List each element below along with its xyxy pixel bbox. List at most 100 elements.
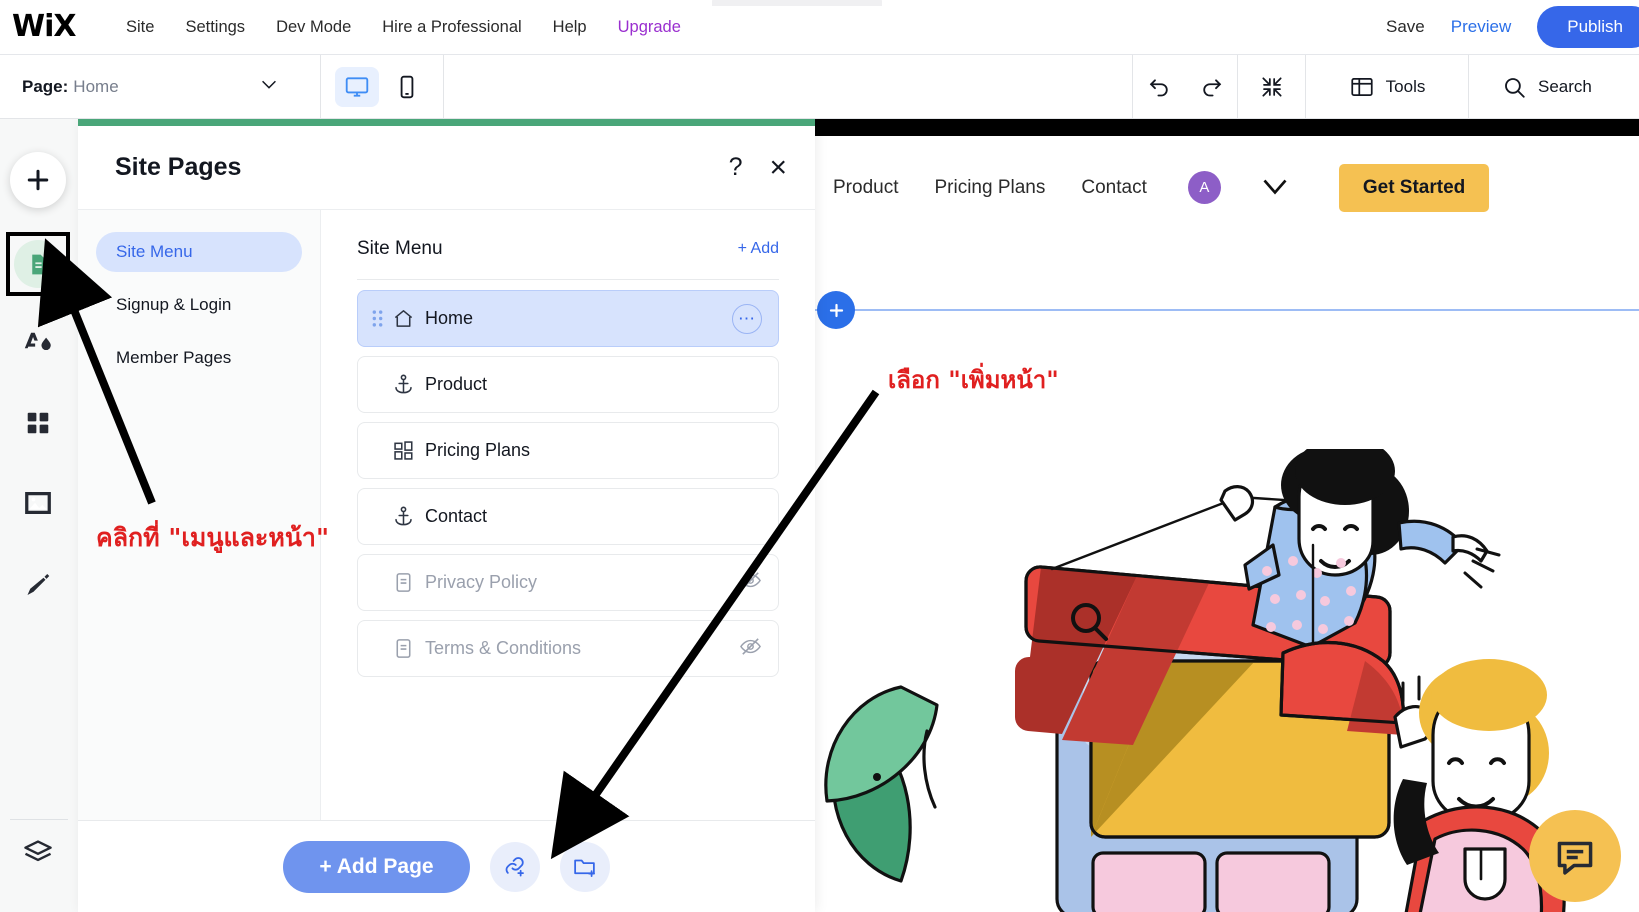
tools-label: Tools [1386,77,1426,97]
page-name: Home [425,308,473,329]
page-name: Product [425,374,487,395]
sidebar-item-blog[interactable] [9,556,67,614]
avatar[interactable]: A [1188,171,1221,204]
page-name: Contact [425,506,487,527]
sidebar-item-member-pages[interactable]: Member Pages [96,338,302,378]
table-row[interactable]: Product [357,356,779,413]
rail-divider [10,819,68,820]
top-bar-actions: Save Preview Publish [1386,6,1639,48]
close-icon[interactable]: × [769,153,787,183]
avatar-chevron-down-icon[interactable] [1257,167,1293,208]
page-selector-value: Home [73,77,118,97]
wix-logo[interactable]: WiX [12,12,82,42]
apps-icon [25,410,51,436]
page-title: Site Pages [115,153,241,182]
toolbar-divider-2 [443,55,444,119]
panel-sidebar: Site Menu Signup & Login Member Pages [78,210,321,912]
eye-off-icon[interactable] [739,569,762,597]
add-elements-button[interactable] [10,152,66,208]
site-nav-item-product[interactable]: Product [833,177,898,199]
page-name: Terms & Conditions [425,638,581,659]
section-divider-line [815,309,1639,311]
chevron-down-icon [258,73,280,100]
add-folder-button[interactable] [560,842,610,892]
topnav-item-hire-a-professional[interactable]: Hire a Professional [382,18,521,37]
sidebar-item-site-menu[interactable]: Site Menu [96,232,302,272]
panel-footer: + Add Page [78,820,815,912]
page-selector[interactable]: Page: Home [0,55,320,118]
sidebar-item-signup-login[interactable]: Signup & Login [96,285,302,325]
theme-icon [20,325,56,361]
image-icon [23,488,53,518]
publish-button[interactable]: Publish [1537,6,1639,48]
panel-body: Site Menu Signup & Login Member Pages Si… [78,209,815,912]
grid-icon [387,439,419,462]
desktop-view-button[interactable] [335,67,379,107]
page-name: Privacy Policy [425,572,537,593]
panel-main: Site Menu + Add [321,210,815,912]
save-button[interactable]: Save [1386,17,1425,37]
site-canvas: Product Pricing Plans Contact A Get Star… [815,119,1639,912]
tools-button[interactable]: Tools [1306,55,1468,119]
page-list: Home ⋯ Product [357,280,779,677]
pen-icon [23,570,53,600]
add-link-button[interactable] [490,842,540,892]
redo-button[interactable] [1185,55,1237,119]
eye-off-icon[interactable] [739,635,762,663]
help-icon[interactable]: ? [729,155,743,180]
sidebar-item-layers[interactable] [9,824,67,882]
drag-handle-icon[interactable] [372,310,385,327]
chat-widget-button[interactable] [1529,810,1621,902]
add-section-button[interactable] [817,291,855,329]
site-pages-panel: Site Pages ? × Site Menu Signup & Login … [78,119,815,912]
panel-header: Site Pages ? × [78,126,815,209]
sidebar-item-pages[interactable] [6,232,70,296]
panel-accent-bar [78,119,815,126]
topnav-item-site[interactable]: Site [126,18,154,37]
table-row[interactable]: Home ⋯ [357,290,779,347]
panel-main-header: Site Menu + Add [357,218,779,280]
page-options-button[interactable]: ⋯ [732,304,762,334]
table-row[interactable]: Contact [357,488,779,545]
topnav-item-settings[interactable]: Settings [185,18,245,37]
viewport-switcher [321,67,443,107]
home-icon [387,307,419,330]
document-icon [387,637,419,660]
zoom-out-button[interactable] [1238,55,1305,119]
row-actions [739,635,762,663]
site-header-nav: Product Pricing Plans Contact A Get Star… [815,136,1639,239]
mobile-view-button[interactable] [385,67,429,107]
row-actions: ⋯ [732,304,762,334]
annotation-label-2: เลือก "เพิ่มหน้า" [888,360,1059,399]
toolbar-right-group: Tools Search [1132,55,1639,119]
table-row[interactable]: Pricing Plans [357,422,779,479]
site-nav-item-pricing-plans[interactable]: Pricing Plans [934,177,1045,199]
row-actions [739,569,762,597]
table-row[interactable]: Terms & Conditions [357,620,779,677]
undo-button[interactable] [1133,55,1185,119]
anchor-icon [387,373,419,396]
add-menu-item-button[interactable]: + Add [738,240,779,258]
editor-toolbar: Page: Home [0,55,1639,119]
add-page-button[interactable]: + Add Page [283,841,469,893]
annotation-label-1: คลิกที่ "เมนูและหน้า" [96,518,329,558]
sidebar-item-site-design[interactable] [9,314,67,372]
table-row[interactable]: Privacy Policy [357,554,779,611]
search-button[interactable]: Search [1469,55,1639,119]
preview-button[interactable]: Preview [1451,17,1511,37]
get-started-button[interactable]: Get Started [1339,164,1489,212]
sidebar-item-apps[interactable] [9,394,67,452]
top-nav: Site Settings Dev Mode Hire a Profession… [126,18,681,37]
topnav-item-upgrade[interactable]: Upgrade [618,18,681,37]
top-bar: WiX Site Settings Dev Mode Hire a Profes… [0,0,1639,55]
site-nav-item-contact[interactable]: Contact [1081,177,1146,199]
page-name: Pricing Plans [425,440,530,461]
sidebar-item-media[interactable] [9,474,67,532]
browser-tab-stub [712,0,882,6]
left-icon-rail [0,119,78,912]
topnav-item-help[interactable]: Help [553,18,587,37]
anchor-icon [387,505,419,528]
search-label: Search [1538,77,1592,97]
topnav-item-dev-mode[interactable]: Dev Mode [276,18,351,37]
document-icon [387,571,419,594]
